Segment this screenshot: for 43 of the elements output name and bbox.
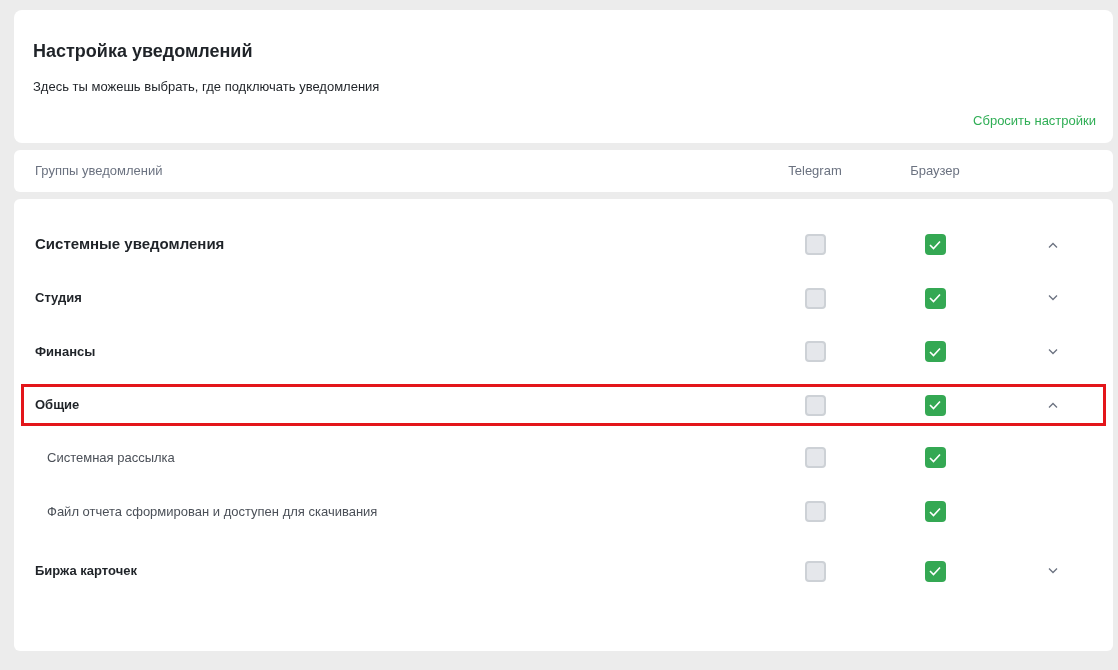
column-header: Telegram — [788, 162, 842, 181]
checkbox[interactable] — [924, 341, 946, 362]
checkbox[interactable] — [804, 501, 826, 522]
check-icon — [929, 506, 941, 517]
group-label: Биржа карточек — [35, 562, 138, 581]
checkbox[interactable] — [804, 341, 826, 362]
reset-settings-link[interactable]: Сбросить настройки — [973, 110, 1096, 130]
expand-button[interactable] — [1048, 566, 1058, 576]
group-label: Финансы — [35, 342, 97, 361]
column-header: Группы уведомлений — [35, 162, 164, 181]
group-label: Общие — [35, 396, 81, 415]
checkbox[interactable] — [804, 447, 826, 468]
page-subtitle: Здесь ты можешь выбрать, где подключать уведомления — [33, 78, 381, 96]
check-icon — [929, 452, 941, 463]
check-icon — [929, 239, 941, 250]
checkbox[interactable] — [924, 287, 946, 309]
checkbox[interactable] — [804, 234, 826, 255]
checkbox[interactable] — [924, 394, 946, 416]
checkbox[interactable] — [924, 560, 946, 582]
checkbox[interactable] — [804, 560, 826, 582]
notification-label: Системная рассылка — [47, 448, 176, 467]
checkbox[interactable] — [804, 287, 826, 309]
expand-button[interactable] — [1048, 293, 1058, 303]
check-icon — [929, 566, 941, 576]
chevron-up-icon — [1048, 402, 1058, 408]
chevron-down-icon — [1048, 348, 1058, 355]
checkbox[interactable] — [924, 447, 946, 468]
group-label: Системные уведомления — [35, 234, 226, 255]
collapse-button[interactable] — [1048, 400, 1058, 410]
check-icon — [929, 400, 941, 410]
column-header: Браузер — [910, 162, 960, 181]
checkbox[interactable] — [924, 501, 946, 522]
expand-button[interactable] — [1048, 346, 1058, 357]
check-icon — [929, 293, 941, 303]
chevron-down-icon — [1048, 568, 1058, 574]
notification-label: Файл отчета сформирован и доступен для скачивания — [47, 502, 379, 521]
checkbox[interactable] — [924, 234, 946, 255]
checkbox[interactable] — [804, 394, 826, 416]
group-label: Студия — [35, 289, 83, 308]
chevron-up-icon — [1048, 241, 1058, 248]
chevron-down-icon — [1048, 295, 1058, 301]
page-title: Настройка уведомлений — [33, 40, 254, 63]
check-icon — [929, 346, 941, 357]
